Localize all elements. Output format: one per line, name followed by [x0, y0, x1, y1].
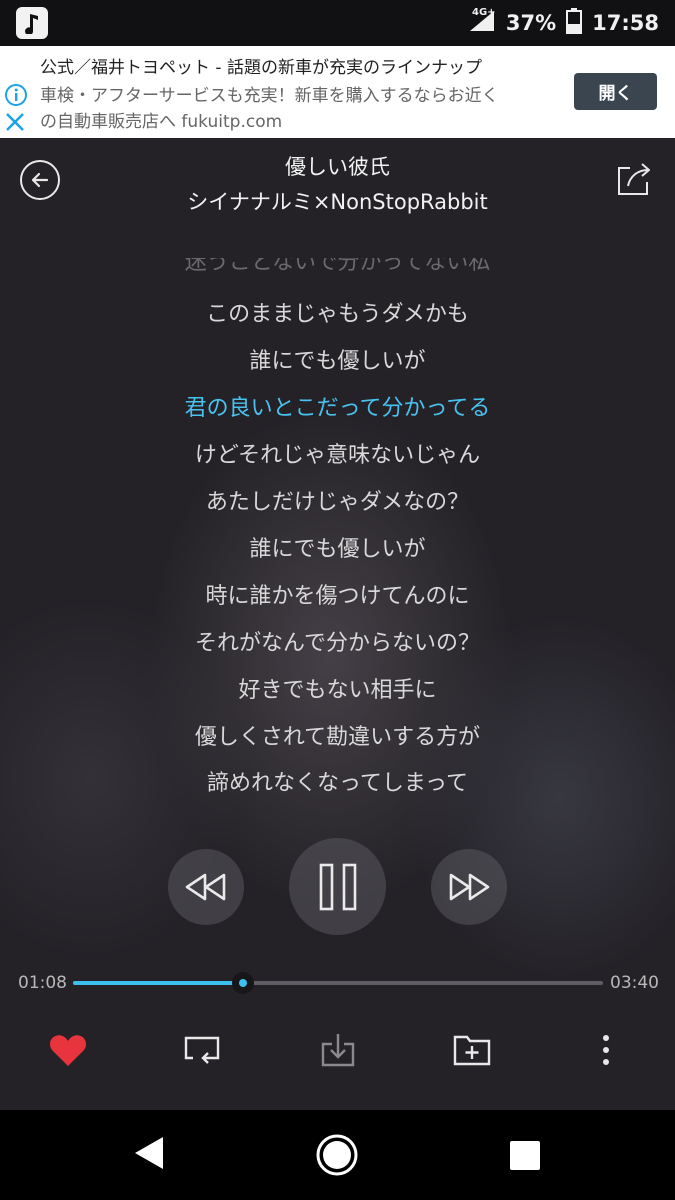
lyric-line-current: 君の良いとこだって分かってる	[184, 396, 491, 421]
ad-open-button[interactable]: 開く	[574, 73, 657, 110]
pause-button[interactable]	[289, 838, 386, 935]
lyric-line: 誰にでも優しいが	[249, 537, 426, 562]
seek-bar-handle[interactable]	[231, 972, 254, 994]
nav-recents-icon[interactable]	[510, 1141, 540, 1170]
favorite-heart-icon[interactable]	[48, 1030, 88, 1070]
fast-forward-icon	[449, 873, 490, 901]
rewind-button[interactable]	[168, 849, 244, 925]
rewind-icon	[185, 873, 226, 901]
battery-icon	[566, 8, 583, 38]
ad-headline[interactable]: 公式／福井トヨペット - 話題の新車が充実のラインナップ	[40, 53, 482, 78]
lyric-line: 諦めれなくなってしまって	[207, 771, 468, 796]
battery-percent: 37%	[505, 11, 557, 35]
lyric-line: 優しくされて勘違いする方が	[194, 725, 481, 750]
ad-close-icon[interactable]	[5, 112, 25, 136]
clock: 17:58	[592, 11, 659, 35]
lyric-line: それがなんで分からないの？	[195, 631, 480, 656]
share-icon[interactable]	[614, 158, 654, 198]
repeat-icon[interactable]	[182, 1030, 222, 1070]
lyric-line: 時に誰かを傷つけてんのに	[205, 584, 470, 609]
more-options-icon[interactable]	[586, 1030, 626, 1070]
total-time: 03:40	[610, 973, 659, 993]
download-icon[interactable]	[318, 1030, 358, 1070]
fast-forward-button[interactable]	[431, 849, 507, 925]
song-artist: シイナナルミ×NonStopRabbit	[187, 190, 488, 214]
lyric-line: 誰にでも優しいが	[249, 349, 426, 374]
network-type: 4G+	[472, 7, 496, 18]
ad-body-line1: 車検・アフターサービスも充実！新車を購入するならお近く	[40, 86, 499, 106]
lyric-line: 好きでもない相手に	[238, 678, 437, 703]
music-note-icon	[16, 7, 48, 39]
player-background	[0, 138, 675, 1110]
ad-banner[interactable]: 公式／福井トヨペット - 話題の新車が充実のラインナップ 車検・アフターサービス…	[0, 46, 675, 138]
lyric-line: けどそれじゃ意味ないじゃん	[194, 443, 481, 468]
lyric-line: このままじゃもうダメかも	[206, 302, 469, 327]
seek-bar[interactable]	[73, 972, 603, 994]
lyric-line-partial: 迷うことないで分かってない私	[184, 258, 491, 275]
nav-home-icon[interactable]	[316, 1134, 358, 1180]
status-bar: 4G+ 37% 17:58	[0, 0, 675, 46]
song-title: 優しい彼氏	[285, 155, 390, 179]
ad-info-icon[interactable]	[5, 84, 27, 110]
pause-icon	[319, 863, 356, 910]
add-to-folder-icon[interactable]	[452, 1030, 492, 1070]
elapsed-time: 01:08	[18, 973, 67, 993]
nav-back-icon[interactable]	[133, 1135, 165, 1175]
ad-body-line2: の自動車販売店へ fukuitp.com	[40, 112, 283, 132]
lyric-line: あたしだけじゃダメなの？	[205, 490, 470, 515]
seek-bar-progress	[73, 981, 243, 985]
